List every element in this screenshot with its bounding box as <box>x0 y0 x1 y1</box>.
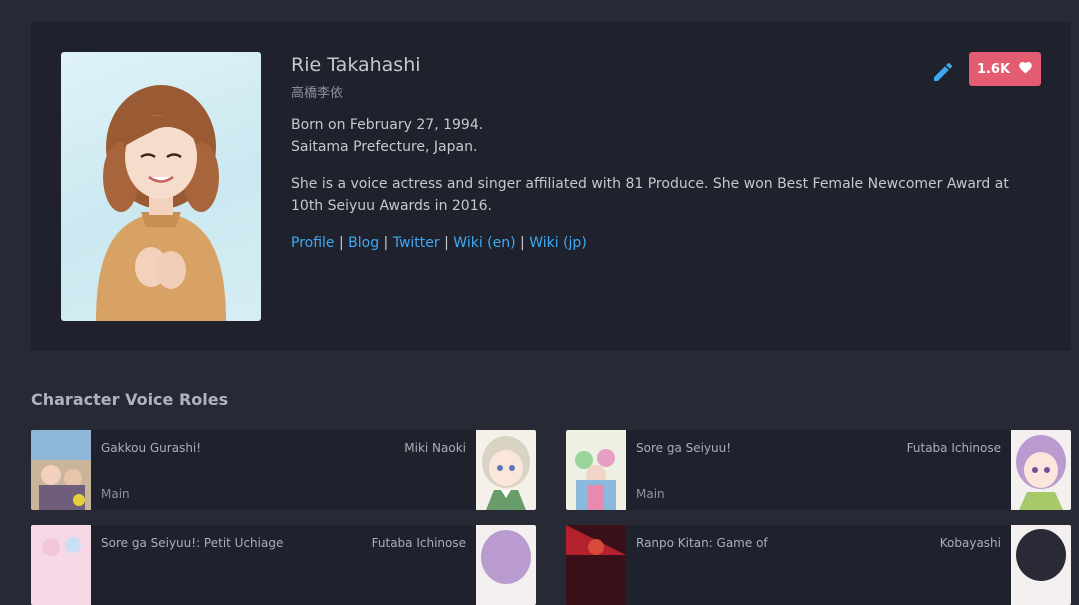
birth-place: Saitama Prefecture, Japan. <box>291 139 478 155</box>
role-card[interactable]: Sore ga Seiyuu! Main Futaba Ichinose <box>566 430 1071 510</box>
character-name[interactable]: Kobayashi <box>940 536 1001 550</box>
staff-name: Rie Takahashi <box>291 54 421 76</box>
character-image[interactable] <box>476 430 536 510</box>
twitter-link[interactable]: Twitter <box>393 235 440 251</box>
media-title[interactable]: Gakkou Gurashi! <box>101 441 201 455</box>
character-image[interactable] <box>1011 525 1071 605</box>
link-separator: | <box>379 235 393 251</box>
heart-icon <box>1018 60 1033 78</box>
link-separator: | <box>515 235 530 251</box>
role-card[interactable]: Sore ga Seiyuu!: Petit Uchiage Futaba Ic… <box>31 525 536 605</box>
media-cover-image[interactable] <box>31 430 91 510</box>
link-separator: | <box>334 235 349 251</box>
media-cover-image[interactable] <box>31 525 91 605</box>
role-card[interactable]: Gakkou Gurashi! Main Miki Naoki <box>31 430 536 510</box>
profile-photo <box>61 52 261 321</box>
character-image[interactable] <box>1011 430 1071 510</box>
profile-info: Rie Takahashi 高橋李依 Born on February 27, … <box>291 52 1031 254</box>
profile-link[interactable]: Profile <box>291 235 335 251</box>
section-title: Character Voice Roles <box>31 390 229 409</box>
media-cover-image[interactable] <box>566 525 626 605</box>
role-card[interactable]: Ranpo Kitan: Game of Kobayashi <box>566 525 1071 605</box>
character-name[interactable]: Futaba Ichinose <box>372 536 466 550</box>
favourite-button[interactable]: 1.6K <box>969 52 1041 86</box>
character-image[interactable] <box>476 525 536 605</box>
birth-info: Born on February 27, 1994. Saitama Prefe… <box>291 114 1031 158</box>
character-name[interactable]: Miki Naoki <box>404 441 466 455</box>
favourite-count: 1.6K <box>976 61 1011 77</box>
link-separator: | <box>439 235 454 251</box>
wiki-jp-link[interactable]: Wiki (jp) <box>529 235 587 251</box>
character-name[interactable]: Futaba Ichinose <box>907 441 1001 455</box>
role-type: Main <box>101 487 130 501</box>
media-cover-image[interactable] <box>566 430 626 510</box>
blog-link[interactable]: Blog <box>348 235 379 251</box>
wiki-en-link[interactable]: Wiki (en) <box>453 235 515 251</box>
media-title[interactable]: Ranpo Kitan: Game of <box>636 536 768 550</box>
external-links: Profile | Blog | Twitter | Wiki (en) | W… <box>291 232 1031 254</box>
pencil-icon[interactable] <box>931 60 955 84</box>
media-title[interactable]: Sore ga Seiyuu! <box>636 441 731 455</box>
biography: She is a voice actress and singer affili… <box>291 176 1009 214</box>
birth-date: Born on February 27, 1994. <box>291 117 484 133</box>
native-name: 高橋李依 <box>291 86 344 101</box>
profile-card: Rie Takahashi 高橋李依 Born on February 27, … <box>31 22 1071 351</box>
role-type: Main <box>636 487 665 501</box>
media-title[interactable]: Sore ga Seiyuu!: Petit Uchiage <box>101 536 283 550</box>
